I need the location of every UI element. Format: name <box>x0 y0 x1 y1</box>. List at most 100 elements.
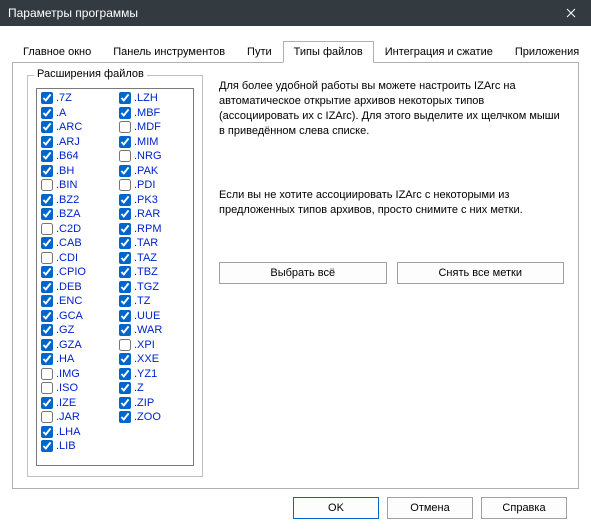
extension-checkbox[interactable] <box>41 165 53 177</box>
extension-checkbox[interactable] <box>41 281 53 293</box>
extension-checkbox[interactable] <box>41 295 53 307</box>
extension-item[interactable]: .GCA <box>39 309 117 324</box>
extension-item[interactable]: .ARC <box>39 120 117 135</box>
extension-item[interactable]: .CPIO <box>39 265 117 280</box>
extension-item[interactable]: .TBZ <box>117 265 194 280</box>
extension-item[interactable]: .Z <box>117 381 194 396</box>
extension-checkbox[interactable] <box>119 179 131 191</box>
extension-checkbox[interactable] <box>119 339 131 351</box>
extension-checkbox[interactable] <box>119 324 131 336</box>
extension-checkbox[interactable] <box>41 208 53 220</box>
extension-item[interactable]: .DEB <box>39 280 117 295</box>
extension-item[interactable]: .JAR <box>39 410 117 425</box>
extension-item[interactable]: .MBF <box>117 106 194 121</box>
extension-checkbox[interactable] <box>119 252 131 264</box>
extension-item[interactable]: .GZA <box>39 338 117 353</box>
extension-checkbox[interactable] <box>41 252 53 264</box>
extension-checkbox[interactable] <box>119 165 131 177</box>
extension-checkbox[interactable] <box>41 397 53 409</box>
extension-item[interactable]: .C2D <box>39 222 117 237</box>
extension-item[interactable]: .A <box>39 106 117 121</box>
tab-toolbar[interactable]: Панель инструментов <box>102 41 236 63</box>
extension-checkbox[interactable] <box>41 150 53 162</box>
extension-checkbox[interactable] <box>119 266 131 278</box>
extension-checkbox[interactable] <box>119 194 131 206</box>
extension-checkbox[interactable] <box>41 310 53 322</box>
extension-item[interactable]: .HA <box>39 352 117 367</box>
extension-checkbox[interactable] <box>119 208 131 220</box>
extension-item[interactable]: .7Z <box>39 91 117 106</box>
extension-item[interactable]: .IZE <box>39 396 117 411</box>
extension-checkbox[interactable] <box>119 368 131 380</box>
extension-checkbox[interactable] <box>41 411 53 423</box>
extension-checkbox[interactable] <box>41 107 53 119</box>
tab-integration[interactable]: Интеграция и сжатие <box>374 41 504 63</box>
tab-main-window[interactable]: Главное окно <box>12 41 102 63</box>
extension-item[interactable]: .ZIP <box>117 396 194 411</box>
extension-item[interactable]: .XPI <box>117 338 194 353</box>
tab-applications[interactable]: Приложения <box>504 41 590 63</box>
tab-paths[interactable]: Пути <box>236 41 283 63</box>
extension-checkbox[interactable] <box>41 353 53 365</box>
extension-item[interactable]: .TAZ <box>117 251 194 266</box>
extension-item[interactable]: .WAR <box>117 323 194 338</box>
extension-checkbox[interactable] <box>41 136 53 148</box>
extension-item[interactable]: .LIB <box>39 439 117 454</box>
extension-checkbox[interactable] <box>119 281 131 293</box>
extension-item[interactable]: .TAR <box>117 236 194 251</box>
extension-checkbox[interactable] <box>41 324 53 336</box>
extension-checkbox[interactable] <box>119 237 131 249</box>
extension-item[interactable]: .BIN <box>39 178 117 193</box>
extension-item[interactable]: .MIM <box>117 135 194 150</box>
extension-item[interactable]: .TGZ <box>117 280 194 295</box>
extension-item[interactable]: .PK3 <box>117 193 194 208</box>
extension-item[interactable]: .RPM <box>117 222 194 237</box>
extension-item[interactable]: .ARJ <box>39 135 117 150</box>
extension-checkbox[interactable] <box>41 194 53 206</box>
extension-item[interactable]: .ISO <box>39 381 117 396</box>
extension-item[interactable]: .RAR <box>117 207 194 222</box>
extension-item[interactable]: .CDI <box>39 251 117 266</box>
extension-checkbox[interactable] <box>119 310 131 322</box>
extension-checkbox[interactable] <box>119 353 131 365</box>
extension-item[interactable]: .GZ <box>39 323 117 338</box>
extension-checkbox[interactable] <box>41 426 53 438</box>
extension-checkbox[interactable] <box>119 136 131 148</box>
help-button[interactable]: Справка <box>481 497 567 519</box>
extension-checkbox[interactable] <box>119 92 131 104</box>
clear-all-button[interactable]: Снять все метки <box>397 262 565 284</box>
extension-checkbox[interactable] <box>41 121 53 133</box>
extension-checkbox[interactable] <box>119 107 131 119</box>
extension-checkbox[interactable] <box>41 179 53 191</box>
cancel-button[interactable]: Отмена <box>387 497 473 519</box>
extension-item[interactable]: .TZ <box>117 294 194 309</box>
extension-item[interactable]: .LZH <box>117 91 194 106</box>
extension-item[interactable]: .ENC <box>39 294 117 309</box>
extension-item[interactable]: .B64 <box>39 149 117 164</box>
extension-item[interactable]: .NRG <box>117 149 194 164</box>
extension-item[interactable]: .MDF <box>117 120 194 135</box>
select-all-button[interactable]: Выбрать всё <box>219 262 387 284</box>
extension-checkbox[interactable] <box>119 150 131 162</box>
extension-item[interactable]: .XXE <box>117 352 194 367</box>
extension-checkbox[interactable] <box>119 382 131 394</box>
extension-checkbox[interactable] <box>119 411 131 423</box>
extension-checkbox[interactable] <box>41 92 53 104</box>
close-button[interactable] <box>551 0 591 26</box>
extension-item[interactable]: .YZ1 <box>117 367 194 382</box>
extension-item[interactable]: .BH <box>39 164 117 179</box>
ok-button[interactable]: OK <box>293 497 379 519</box>
extension-checkbox[interactable] <box>41 223 53 235</box>
extension-checkbox[interactable] <box>41 440 53 452</box>
extension-item[interactable]: .PDI <box>117 178 194 193</box>
extension-checkbox[interactable] <box>41 237 53 249</box>
extension-checkbox[interactable] <box>41 339 53 351</box>
extension-checkbox[interactable] <box>41 368 53 380</box>
extension-checkbox[interactable] <box>41 382 53 394</box>
extension-item[interactable]: .CAB <box>39 236 117 251</box>
extension-item[interactable]: .UUE <box>117 309 194 324</box>
tab-file-types[interactable]: Типы файлов <box>283 41 374 63</box>
extension-item[interactable]: .ZOO <box>117 410 194 425</box>
extension-item[interactable]: .BZ2 <box>39 193 117 208</box>
extension-checkbox[interactable] <box>41 266 53 278</box>
